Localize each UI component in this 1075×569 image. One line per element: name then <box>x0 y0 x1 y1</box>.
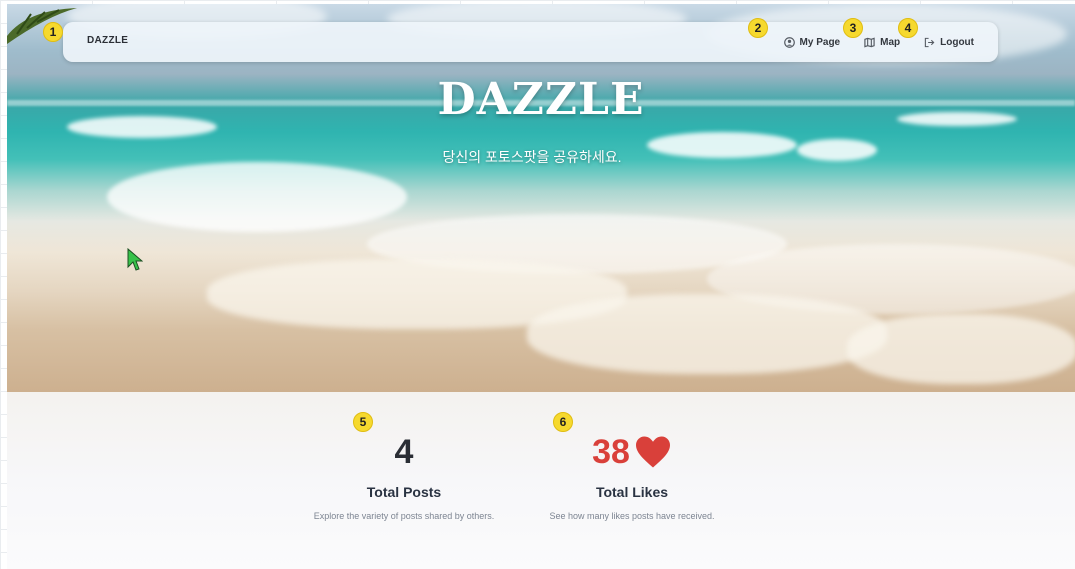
annotation-marker-4: 4 <box>898 18 918 38</box>
total-posts-value: 4 <box>293 432 515 472</box>
hero-subtitle: 당신의 포토스팟을 공유하세요. <box>442 149 622 165</box>
nav-logout-link[interactable]: Logout <box>924 37 974 48</box>
hero-banner: DAZZLE 당신의 포토스팟을 공유하세요. <box>7 4 1075 392</box>
total-likes-title: Total Likes <box>595 484 669 500</box>
nav-map-link[interactable]: Map <box>864 37 900 48</box>
total-likes-number: 38 <box>592 433 630 471</box>
stats-section: 4 Total Posts Explore the variety of pos… <box>7 392 1075 569</box>
annotation-marker-2: 2 <box>748 18 768 38</box>
annotation-marker-6: 6 <box>553 412 573 432</box>
total-likes-value: 38 <box>527 432 737 472</box>
stat-total-posts: 4 Total Posts Explore the variety of pos… <box>293 432 515 521</box>
nav-map-label: Map <box>880 36 901 48</box>
heart-icon <box>635 436 670 468</box>
mouse-cursor-icon <box>127 248 143 271</box>
screenshot-frame: DAZZLE 당신의 포토스팟을 공유하세요. DAZZLE My Page M… <box>0 0 1075 569</box>
total-likes-description: See how many likes posts have received. <box>549 511 715 521</box>
logout-icon <box>924 37 935 47</box>
map-icon <box>864 37 875 47</box>
brand-link[interactable]: DAZZLE <box>87 35 128 46</box>
annotation-marker-3: 3 <box>843 18 863 38</box>
nav-logout-label: Logout <box>940 36 974 48</box>
nav-my-page-link[interactable]: My Page <box>783 36 841 48</box>
total-posts-description: Explore the variety of posts shared by o… <box>313 511 495 521</box>
nav-my-page-label: My Page <box>799 36 841 48</box>
stat-total-likes: 38 Total Likes See how many likes posts … <box>527 432 737 521</box>
annotation-marker-5: 5 <box>353 412 373 432</box>
annotation-marker-1: 1 <box>43 22 63 42</box>
total-posts-number: 4 <box>394 433 414 471</box>
nav-links: My Page Map Logout <box>783 22 974 62</box>
hero-title: DAZZLE <box>437 74 645 125</box>
user-circle-icon <box>783 36 795 48</box>
total-posts-title: Total Posts <box>366 484 442 500</box>
